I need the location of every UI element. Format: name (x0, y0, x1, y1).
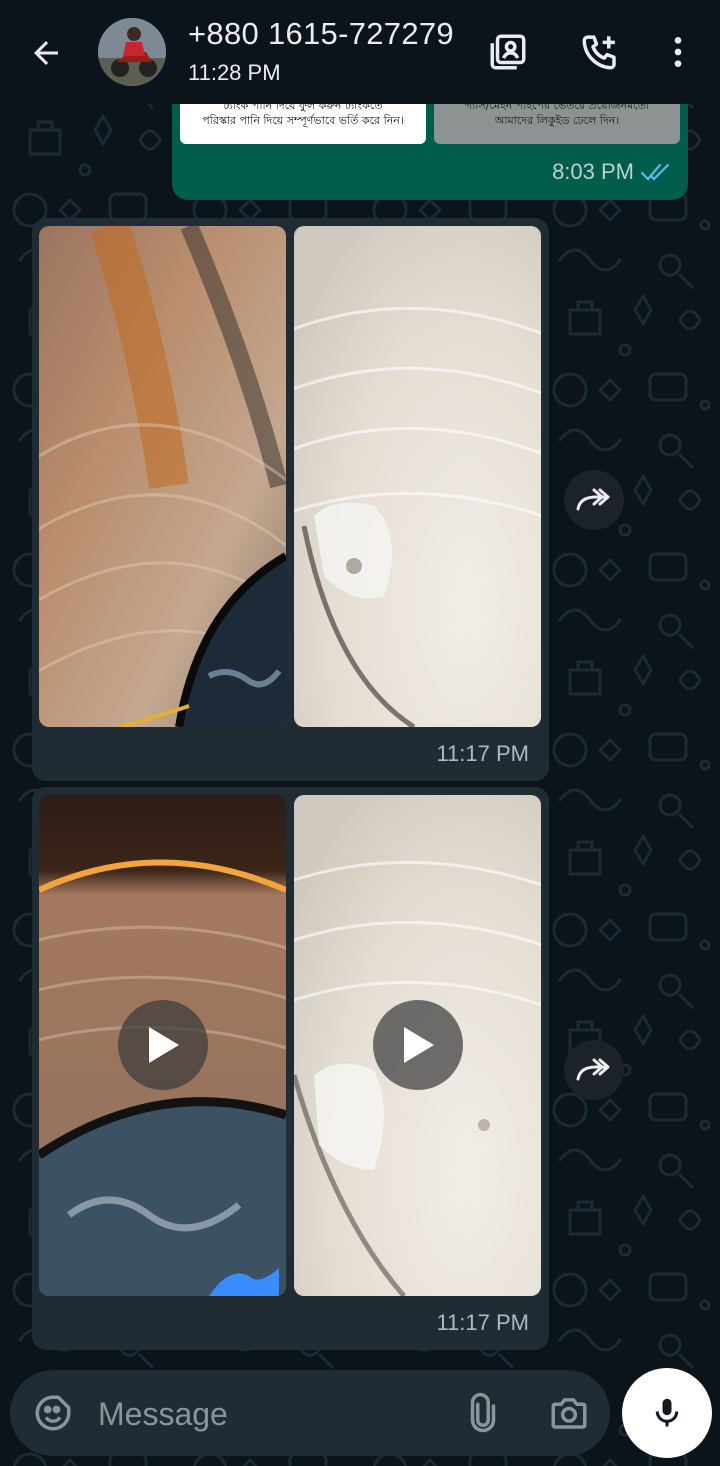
play-button[interactable] (373, 1000, 463, 1090)
mic-button[interactable] (622, 1368, 712, 1458)
mic-icon (655, 1398, 679, 1427)
instruction-card-right[interactable]: গ্যাস/মেইন পাইপের ভেতরে প্রয়োজনমতো আমাদ… (434, 98, 680, 144)
contact-card-icon[interactable] (484, 28, 532, 76)
sticker-icon[interactable] (32, 1392, 74, 1439)
more-vert-icon[interactable] (654, 28, 702, 76)
attach-icon[interactable] (462, 1392, 504, 1439)
last-seen-status: 11:28 PM (188, 60, 281, 85)
card-left-line-2: পরিস্কার পানি দিয়ে সম্পূর্ণভাবে ভর্তি ক… (202, 114, 404, 127)
outgoing-message-bubble[interactable]: ট্যাংক পানি দিয়ে ফুল করুন ট্যাংকতে পরিস… (172, 90, 688, 200)
message-time: 11:17 PM (436, 1310, 529, 1335)
add-call-icon[interactable] (576, 28, 624, 76)
avatar[interactable] (98, 18, 166, 86)
incoming-media-bubble: 11:17 PM (32, 787, 549, 1350)
message-time: 8:03 PM (552, 159, 634, 184)
instruction-card-left[interactable]: ট্যাংক পানি দিয়ে ফুল করুন ট্যাংকতে পরিস… (180, 98, 426, 144)
forward-icon[interactable] (564, 470, 624, 530)
read-ticks-icon (640, 160, 672, 189)
media-image[interactable] (294, 226, 541, 727)
media-image[interactable] (39, 226, 286, 727)
contact-name[interactable]: +880 1615-727279 (188, 16, 454, 52)
forward-icon[interactable] (564, 1040, 624, 1100)
back-arrow-icon[interactable] (22, 30, 70, 76)
play-button[interactable] (118, 1000, 208, 1090)
card-right-line-2: আমাদের লিকুইড ঢেলে দিন। (494, 114, 620, 127)
message-composer (10, 1370, 610, 1456)
camera-icon[interactable] (548, 1392, 590, 1439)
incoming-media-bubble: 11:17 PM (32, 218, 549, 781)
message-time: 11:17 PM (436, 741, 529, 766)
media-video[interactable] (294, 795, 541, 1296)
chat-header: +880 1615-727279 11:28 PM (0, 0, 720, 104)
media-video[interactable] (39, 795, 286, 1296)
message-input[interactable] (96, 1390, 440, 1438)
